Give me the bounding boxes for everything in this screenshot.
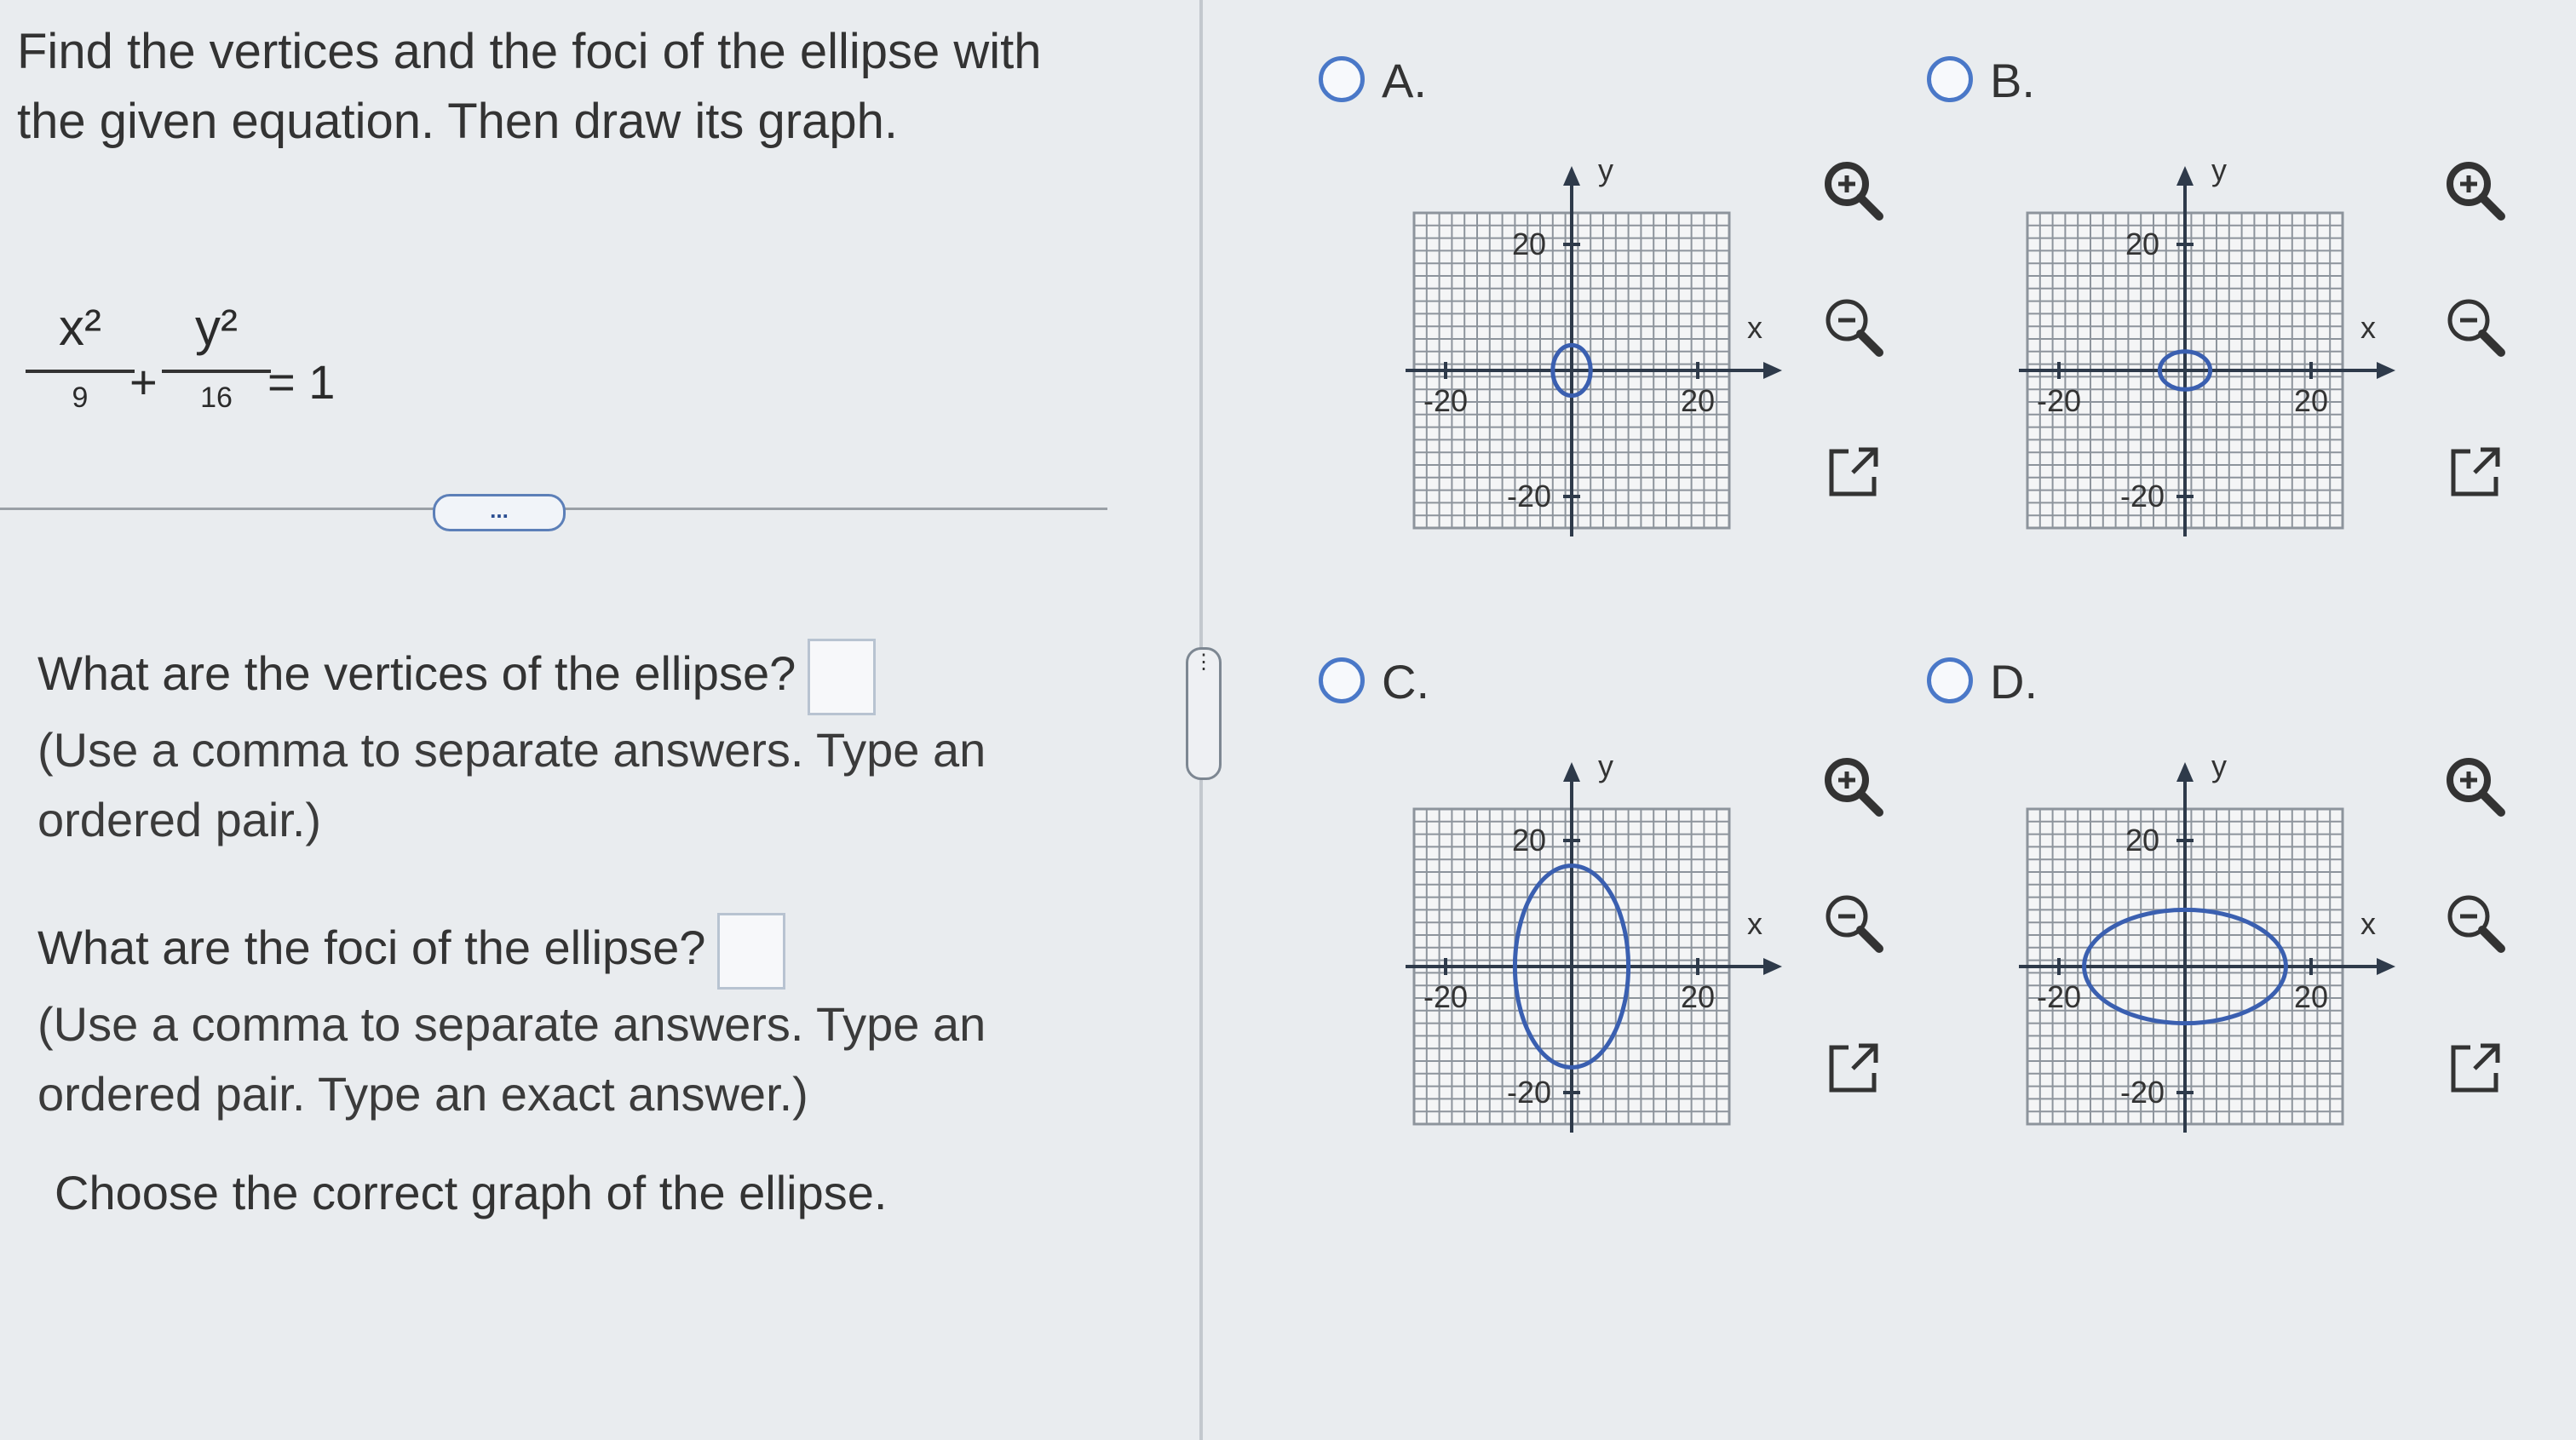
x-tick-label: -20 bbox=[2037, 979, 2081, 1014]
zoom-in-icon[interactable] bbox=[1814, 153, 1891, 230]
question-panel: Find the vertices and the foci of the el… bbox=[0, 0, 1193, 1440]
y-axis-label: y bbox=[2211, 749, 2227, 783]
arrow-shape bbox=[1851, 1043, 1878, 1070]
option-letter[interactable]: D. bbox=[1990, 654, 2038, 709]
option-letter[interactable]: C. bbox=[1382, 654, 1429, 709]
handle-shape bbox=[1856, 193, 1883, 221]
open-new-window-icon[interactable] bbox=[1814, 434, 1891, 511]
plus-sign: + bbox=[129, 355, 158, 409]
x-tick-label: 20 bbox=[1681, 979, 1715, 1014]
option-radio[interactable] bbox=[1927, 657, 1973, 703]
y-tick-label: 20 bbox=[2125, 823, 2159, 858]
foci-hint: (Use a comma to separate answers. Type a… bbox=[37, 997, 986, 1122]
x-axis-arrow bbox=[1763, 958, 1782, 975]
fraction-bar bbox=[162, 370, 271, 373]
zoom-out-icon[interactable] bbox=[1814, 290, 1891, 366]
y-axis-label: y bbox=[1598, 749, 1613, 783]
x-tick-label: 20 bbox=[2294, 979, 2328, 1014]
x-tick-label: -20 bbox=[1423, 979, 1468, 1014]
vertices-answer-input[interactable] bbox=[808, 639, 877, 716]
option-letter[interactable]: B. bbox=[1990, 53, 2035, 108]
x-tick-label: -20 bbox=[2037, 383, 2081, 418]
ellipse-graph[interactable]: x y 20 -20 20 -20 bbox=[1380, 153, 1797, 562]
open-new-window-icon[interactable] bbox=[2436, 434, 2513, 511]
option-radio[interactable] bbox=[1927, 56, 1973, 102]
open-new-window-icon[interactable] bbox=[2436, 1030, 2513, 1107]
y-tick-label: -20 bbox=[1507, 1075, 1551, 1110]
option-radio[interactable] bbox=[1319, 657, 1365, 703]
ellipse-graph[interactable]: x y 20 -20 20 -20 bbox=[1993, 749, 2411, 1158]
y-axis-arrow bbox=[2176, 166, 2194, 186]
handle-shape bbox=[1856, 330, 1883, 357]
zoom-out-icon[interactable] bbox=[1814, 886, 1891, 962]
foci-label: What are the foci of the ellipse? bbox=[37, 921, 706, 974]
x-axis-arrow bbox=[2377, 958, 2395, 975]
foci-answer-input[interactable] bbox=[717, 913, 786, 990]
zoom-in-icon[interactable] bbox=[1814, 749, 1891, 826]
arrow-shape bbox=[2473, 447, 2500, 474]
fraction-y: y² 16 bbox=[157, 281, 276, 419]
fraction-y-denominator: 16 bbox=[200, 382, 233, 414]
y-tick-label: -20 bbox=[2120, 479, 2165, 513]
choose-graph-instruction: Choose the correct graph of the ellipse. bbox=[55, 1166, 888, 1219]
x-tick-label: 20 bbox=[1681, 383, 1715, 418]
option-letter[interactable]: A. bbox=[1382, 53, 1427, 108]
fraction-x-numerator: x² bbox=[59, 299, 101, 356]
x-tick-label: -20 bbox=[1423, 383, 1468, 418]
ellipse-graph[interactable]: x y 20 -20 20 -20 bbox=[1993, 153, 2411, 562]
open-new-window-icon[interactable] bbox=[1814, 1030, 1891, 1107]
y-tick-label: 20 bbox=[1512, 823, 1546, 858]
x-axis-label: x bbox=[2360, 310, 2376, 345]
fraction-x: x² 9 bbox=[20, 281, 140, 419]
vertices-label: What are the vertices of the ellipse? bbox=[37, 646, 796, 700]
zoom-in-icon[interactable] bbox=[2436, 153, 2513, 230]
arrow-shape bbox=[1851, 447, 1878, 474]
x-axis-label: x bbox=[1747, 906, 1762, 941]
fraction-x-denominator: 9 bbox=[72, 382, 89, 414]
expand-button[interactable]: ... bbox=[433, 494, 566, 531]
y-axis-arrow bbox=[2176, 762, 2194, 782]
x-axis-label: x bbox=[1747, 310, 1762, 345]
x-axis-arrow bbox=[2377, 362, 2395, 379]
handle-shape bbox=[1856, 789, 1883, 817]
zoom-out-icon[interactable] bbox=[2436, 886, 2513, 962]
y-tick-label: 20 bbox=[1512, 227, 1546, 261]
x-axis-label: x bbox=[2360, 906, 2376, 941]
vertices-hint: (Use a comma to separate answers. Type a… bbox=[37, 723, 986, 847]
y-axis-label: y bbox=[1598, 153, 1613, 187]
foci-question: What are the foci of the ellipse? (Use a… bbox=[37, 913, 1094, 1129]
handle-shape bbox=[2478, 789, 2505, 817]
handle-shape bbox=[2478, 926, 2505, 953]
handle-shape bbox=[2478, 330, 2505, 357]
arrow-shape bbox=[2473, 1043, 2500, 1070]
y-tick-label: -20 bbox=[2120, 1075, 2165, 1110]
question-prompt: Find the vertices and the foci of the el… bbox=[17, 24, 1042, 149]
ellipse-equation: x² 9 + y² 16 = 1 bbox=[20, 281, 378, 443]
fraction-y-numerator: y² bbox=[195, 299, 238, 356]
handle-shape bbox=[2478, 193, 2505, 221]
x-tick-label: 20 bbox=[2294, 383, 2328, 418]
option-radio[interactable] bbox=[1319, 56, 1365, 102]
equals-one: = 1 bbox=[267, 355, 336, 409]
y-axis-label: y bbox=[2211, 153, 2227, 187]
zoom-out-icon[interactable] bbox=[2436, 290, 2513, 366]
y-tick-label: 20 bbox=[2125, 227, 2159, 261]
vertices-question: What are the vertices of the ellipse? (U… bbox=[37, 639, 1094, 855]
ellipse-graph[interactable]: x y 20 -20 20 -20 bbox=[1380, 749, 1797, 1158]
y-axis-arrow bbox=[1563, 166, 1580, 186]
fraction-bar bbox=[26, 370, 135, 373]
handle-shape bbox=[1856, 926, 1883, 953]
y-axis-arrow bbox=[1563, 762, 1580, 782]
splitter-handle[interactable]: ⋮ bbox=[1186, 647, 1222, 780]
x-axis-arrow bbox=[1763, 362, 1782, 379]
zoom-in-icon[interactable] bbox=[2436, 749, 2513, 826]
y-tick-label: -20 bbox=[1507, 479, 1551, 513]
